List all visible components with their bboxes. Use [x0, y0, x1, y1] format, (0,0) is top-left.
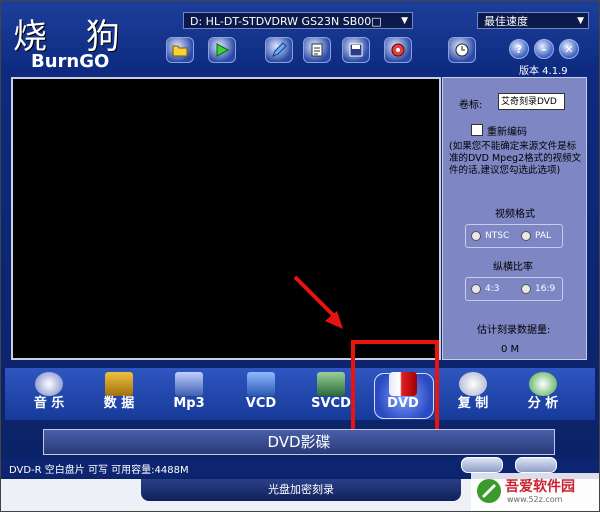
- timer-button[interactable]: [448, 37, 476, 63]
- analyze-disc-icon: [529, 372, 557, 396]
- radio-icon: [521, 231, 531, 241]
- radio-icon: [521, 284, 531, 294]
- version-label: 版本 4.1.9: [519, 66, 568, 77]
- floppy-icon: [349, 43, 363, 57]
- ratio-169-radio[interactable]: 16:9: [521, 284, 555, 294]
- save-button[interactable]: [342, 37, 370, 63]
- folder-icon: [172, 45, 188, 57]
- edit-button[interactable]: [265, 37, 293, 63]
- ratio-43-label: 4:3: [485, 284, 500, 294]
- close-button[interactable]: ✕: [559, 39, 579, 59]
- mode-mp3-label: Mp3: [173, 396, 205, 411]
- ratio-169-label: 16:9: [535, 284, 556, 294]
- music-disc-icon: [35, 372, 63, 396]
- aspect-group: 4:3 16:9: [465, 277, 563, 301]
- watermark: 吾爱软件园 www.52z.com: [471, 473, 599, 511]
- play-icon: [216, 43, 230, 57]
- watermark-title: 吾爱软件园: [505, 479, 575, 495]
- drive-select[interactable]: D: HL-DT-STDVDRW GS23N SB00□ ▼: [183, 12, 413, 29]
- volume-input[interactable]: 艾奇刻录DVD: [498, 93, 565, 110]
- svcd-film-icon: [317, 372, 345, 396]
- radio-icon: [471, 284, 481, 294]
- mode-analyze-label: 分 析: [527, 396, 559, 411]
- mode-copy-label: 复 制: [457, 396, 489, 411]
- mode-mp3[interactable]: Mp3: [159, 370, 219, 418]
- preview-area: [11, 77, 441, 360]
- minimize-button[interactable]: –: [534, 39, 554, 59]
- watermark-url: www.52z.com: [507, 495, 563, 504]
- video-format-group: NTSC PAL: [465, 224, 563, 248]
- reencode-note: (如果您不能确定来源文件是标准的DVD Mpeg2格式的视频文件的话,建议您勾选…: [449, 141, 582, 176]
- ntsc-radio[interactable]: NTSC: [471, 231, 509, 241]
- video-format-label: 视频格式: [495, 209, 535, 220]
- settings-panel: 卷标: 艾奇刻录DVD 重新编码 (如果您不能确定来源文件是标准的DVD Mpe…: [442, 77, 587, 360]
- logo-title-en: BurnGO: [31, 51, 110, 72]
- pal-label: PAL: [535, 231, 552, 241]
- mode-vcd-label: VCD: [245, 396, 277, 411]
- radio-icon: [471, 231, 481, 241]
- mode-data[interactable]: 数 据: [89, 370, 149, 418]
- pal-radio[interactable]: PAL: [521, 231, 551, 241]
- mode-vcd[interactable]: VCD: [231, 370, 291, 418]
- ntsc-label: NTSC: [485, 231, 510, 241]
- reencode-checkbox[interactable]: [471, 124, 483, 136]
- ratio-43-radio[interactable]: 4:3: [471, 284, 499, 294]
- chevron-down-icon: ▼: [577, 16, 584, 26]
- mode-analyze[interactable]: 分 析: [513, 370, 573, 418]
- disc-status-text: DVD-R 空白盘片 可写 可用容量:4488M: [9, 465, 189, 476]
- help-button[interactable]: ?: [509, 39, 529, 59]
- copy-button[interactable]: [303, 37, 331, 63]
- reencode-label: 重新编码: [487, 127, 527, 138]
- app-window: 烧 狗 BurnGO D: HL-DT-STDVDRW GS23N SB00□ …: [0, 0, 600, 512]
- burn-button[interactable]: [384, 37, 412, 63]
- speed-select-value: 最佳速度: [484, 15, 528, 28]
- speed-select[interactable]: 最佳速度 ▼: [477, 12, 589, 29]
- drive-select-value: D: HL-DT-STDVDRW GS23N SB00□: [190, 15, 382, 28]
- estimate-value: 0 M: [501, 344, 520, 355]
- encrypt-burn-button[interactable]: 光盘加密刻录: [141, 479, 461, 501]
- data-box-icon: [105, 372, 133, 396]
- estimate-label: 估计刻录数据量:: [477, 325, 551, 336]
- pencil-icon: [272, 42, 287, 57]
- mode-copy[interactable]: 复 制: [443, 370, 503, 418]
- dvd-banner: DVD影碟: [43, 429, 555, 455]
- mp3-note-icon: [175, 372, 203, 396]
- chevron-down-icon: ▼: [401, 16, 408, 26]
- load-button[interactable]: [515, 457, 557, 473]
- mode-data-label: 数 据: [103, 396, 135, 411]
- disc-burn-icon: [391, 43, 405, 57]
- eject-button[interactable]: [461, 457, 503, 473]
- mode-music-label: 音 乐: [33, 396, 65, 411]
- play-button[interactable]: [208, 37, 236, 63]
- red-arrow-icon: [293, 275, 343, 329]
- document-icon: [311, 43, 323, 57]
- vcd-film-icon: [247, 372, 275, 396]
- clock-icon: [455, 43, 469, 57]
- open-folder-button[interactable]: [166, 37, 194, 63]
- copy-discs-icon: [459, 372, 487, 396]
- mode-music[interactable]: 音 乐: [19, 370, 79, 418]
- dvd-highlight-box: [351, 340, 439, 438]
- watermark-logo-icon: [477, 479, 501, 503]
- aspect-label: 纵横比率: [493, 262, 533, 273]
- volume-label: 卷标:: [459, 100, 483, 111]
